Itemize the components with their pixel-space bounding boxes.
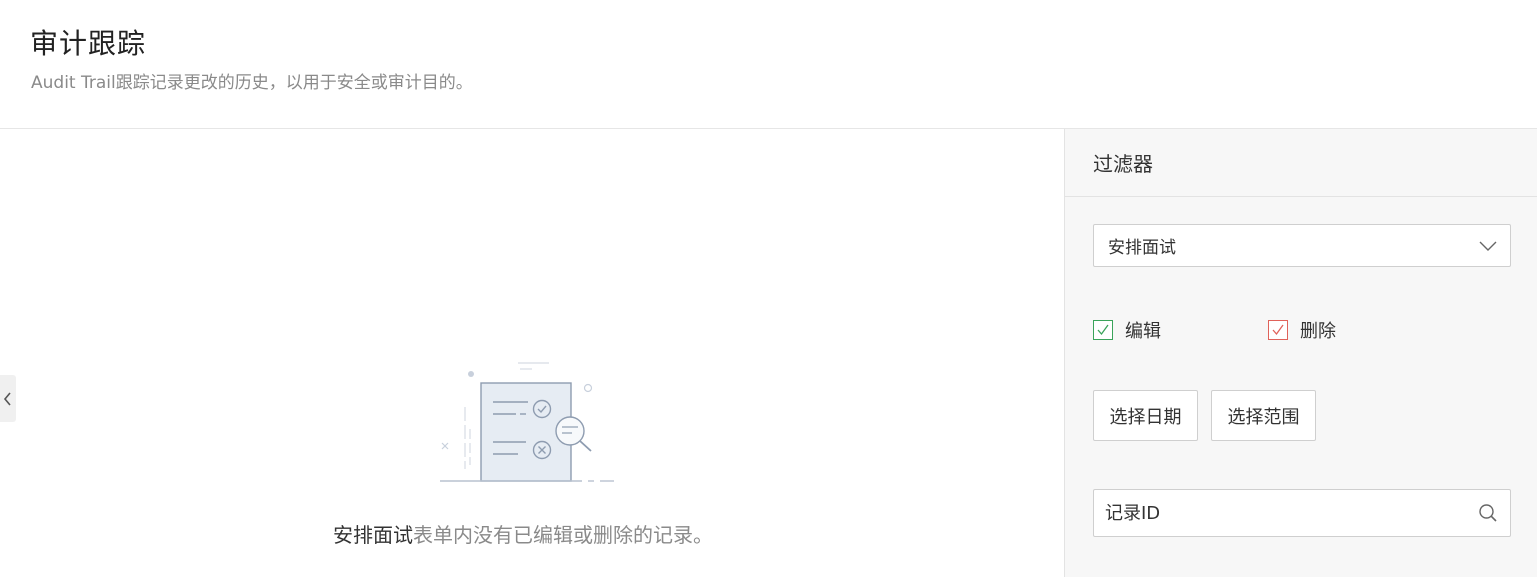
module-select-value: 安排面试 xyxy=(1108,238,1176,258)
delete-checkbox-label: 删除 xyxy=(1300,321,1336,342)
chevron-left-icon xyxy=(3,391,11,406)
edit-checkbox[interactable]: 编辑 xyxy=(1093,317,1161,343)
page-header: 审计跟踪 Audit Trail跟踪记录更改的历史，以用于安全或审计目的。 xyxy=(0,0,1537,129)
empty-state-module: 安排面试 xyxy=(333,523,413,547)
collapse-panel-button[interactable] xyxy=(0,375,16,422)
delete-checkbox-box[interactable] xyxy=(1268,320,1288,340)
record-id-input[interactable] xyxy=(1105,502,1476,524)
checkmark-icon xyxy=(1272,324,1284,336)
record-id-search xyxy=(1093,489,1511,537)
checkmark-icon xyxy=(1097,324,1109,336)
delete-checkbox[interactable]: 删除 xyxy=(1268,317,1336,343)
filter-panel: 过滤器 安排面试 编辑 删除 选择日期 选择范围 xyxy=(1064,129,1537,577)
empty-state-message: 安排面试表单内没有已编辑或删除的记录。 xyxy=(0,519,1046,548)
module-select[interactable]: 安排面试 xyxy=(1093,224,1511,267)
search-icon[interactable] xyxy=(1476,501,1500,525)
page-subtitle: Audit Trail跟踪记录更改的历史，以用于安全或审计目的。 xyxy=(31,73,473,93)
chevron-down-icon xyxy=(1479,241,1497,251)
empty-state-text: 表单内没有已编辑或删除的记录。 xyxy=(413,523,713,547)
select-range-button[interactable]: 选择范围 xyxy=(1211,390,1316,441)
document-search-icon xyxy=(440,362,614,482)
main-content: 安排面试表单内没有已编辑或删除的记录。 xyxy=(0,129,1064,577)
select-date-button[interactable]: 选择日期 xyxy=(1093,390,1198,441)
filter-panel-title: 过滤器 xyxy=(1065,129,1537,197)
action-type-filters: 编辑 删除 xyxy=(1093,317,1511,343)
edit-checkbox-box[interactable] xyxy=(1093,320,1113,340)
edit-checkbox-label: 编辑 xyxy=(1125,321,1161,342)
page-title: 审计跟踪 xyxy=(30,27,147,60)
